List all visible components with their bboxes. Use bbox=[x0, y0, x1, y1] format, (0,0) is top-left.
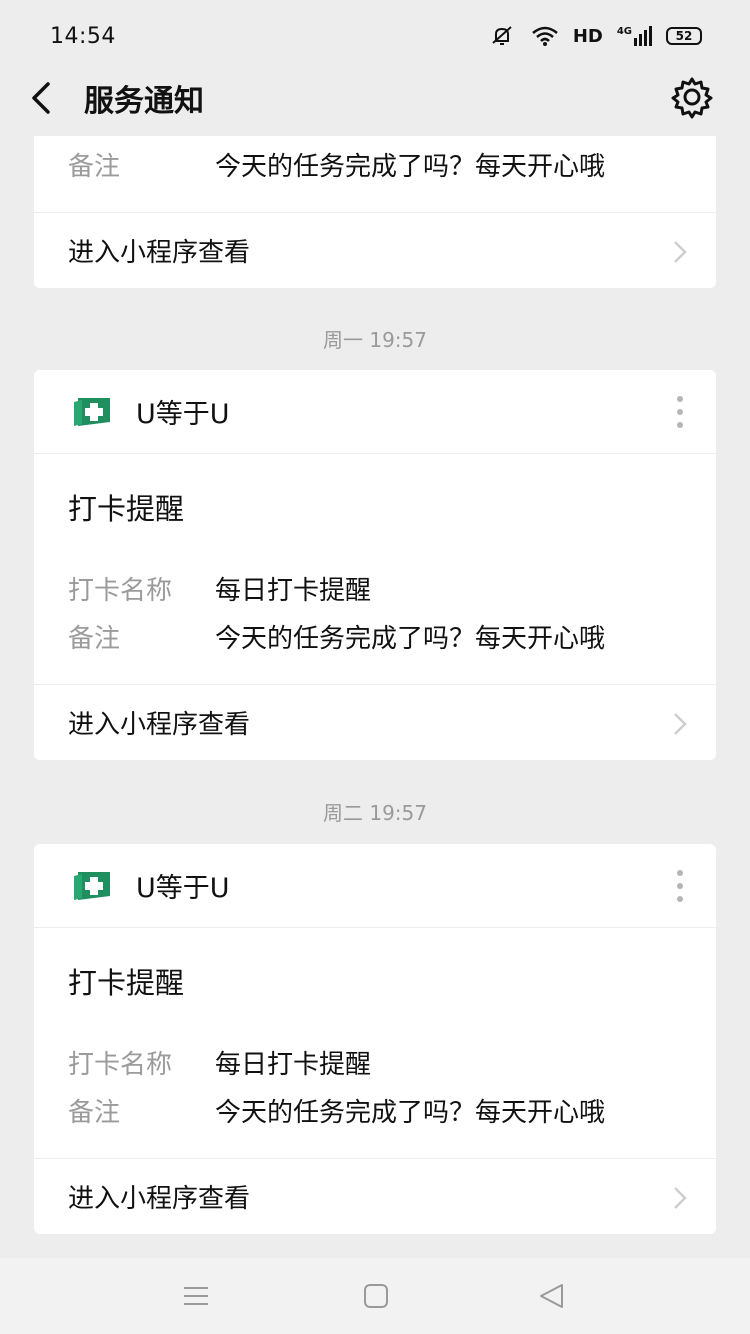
more-icon[interactable] bbox=[672, 868, 688, 904]
hd-indicator: HD bbox=[572, 25, 603, 47]
page-title: 服务通知 bbox=[84, 84, 204, 119]
field-label: 备注 bbox=[68, 1098, 121, 1128]
mute-bell-icon bbox=[492, 26, 512, 45]
message-card: U等于U 打卡提醒 打卡名称 每日打卡提醒 备注 今天的任务完成了吗？每天开心哦… bbox=[34, 844, 716, 1234]
open-miniprogram-label: 进入小程序查看 bbox=[68, 710, 251, 740]
app-name: U等于U bbox=[136, 873, 230, 904]
open-miniprogram-link[interactable]: 进入小程序查看 bbox=[34, 212, 716, 288]
status-icons: HD 4G 52 bbox=[487, 25, 702, 47]
note-label: 备注 bbox=[68, 152, 121, 182]
open-miniprogram-link[interactable]: 进入小程序查看 bbox=[34, 1158, 716, 1234]
app-logo-icon bbox=[74, 397, 110, 426]
field-value: 今天的任务完成了吗？每天开心哦 bbox=[215, 1098, 606, 1128]
status-time: 14:54 bbox=[50, 23, 116, 49]
battery-icon: 52 bbox=[666, 27, 702, 45]
field-label: 打卡名称 bbox=[68, 1050, 173, 1080]
field-label: 备注 bbox=[68, 624, 121, 654]
card-header[interactable]: U等于U bbox=[34, 370, 716, 454]
field-value: 今天的任务完成了吗？每天开心哦 bbox=[215, 624, 606, 654]
message-card-partial: 备注 今天的任务完成了吗？每天开心哦 进入小程序查看 bbox=[34, 136, 716, 288]
message-timestamp: 周二 19:57 bbox=[323, 801, 427, 825]
nav-bar: 服务通知 bbox=[0, 72, 750, 122]
field-value: 每日打卡提醒 bbox=[215, 576, 372, 606]
message-timestamp: 周一 19:57 bbox=[323, 328, 427, 352]
home-icon[interactable] bbox=[362, 1282, 390, 1310]
network-type: 4G bbox=[616, 26, 632, 37]
field-row: 打卡名称 每日打卡提醒 bbox=[68, 1044, 371, 1081]
field-value: 每日打卡提醒 bbox=[215, 1050, 372, 1080]
field-row: 备注 今天的任务完成了吗？每天开心哦 bbox=[68, 618, 605, 655]
note-value: 今天的任务完成了吗？每天开心哦 bbox=[215, 152, 606, 182]
chevron-right-icon bbox=[674, 713, 687, 735]
back-icon[interactable] bbox=[26, 78, 62, 118]
system-nav-bar bbox=[0, 1258, 750, 1334]
open-miniprogram-label: 进入小程序查看 bbox=[68, 1184, 251, 1214]
open-miniprogram-label: 进入小程序查看 bbox=[68, 238, 251, 268]
message-title: 打卡提醒 bbox=[68, 966, 185, 1000]
more-icon[interactable] bbox=[672, 394, 688, 430]
card-header[interactable]: U等于U bbox=[34, 844, 716, 928]
field-row: 打卡名称 每日打卡提醒 bbox=[68, 570, 371, 607]
app-name: U等于U bbox=[136, 399, 230, 430]
message-card: U等于U 打卡提醒 打卡名称 每日打卡提醒 备注 今天的任务完成了吗？每天开心哦… bbox=[34, 370, 716, 760]
chevron-right-icon bbox=[674, 1187, 687, 1209]
note-row: 备注 今天的任务完成了吗？每天开心哦 bbox=[68, 146, 605, 183]
message-title: 打卡提醒 bbox=[68, 492, 185, 526]
menu-icon[interactable] bbox=[182, 1282, 210, 1310]
field-label: 打卡名称 bbox=[68, 576, 173, 606]
open-miniprogram-link[interactable]: 进入小程序查看 bbox=[34, 684, 716, 760]
field-row: 备注 今天的任务完成了吗？每天开心哦 bbox=[68, 1092, 605, 1129]
status-bar: 14:54 HD 4G 52 bbox=[0, 0, 750, 72]
app-logo-icon bbox=[74, 871, 110, 900]
gear-icon[interactable] bbox=[670, 75, 714, 119]
signal-icon: 4G bbox=[617, 26, 652, 46]
chevron-right-icon bbox=[674, 241, 687, 263]
wifi-icon bbox=[532, 26, 558, 46]
back-triangle-icon[interactable] bbox=[538, 1282, 566, 1310]
